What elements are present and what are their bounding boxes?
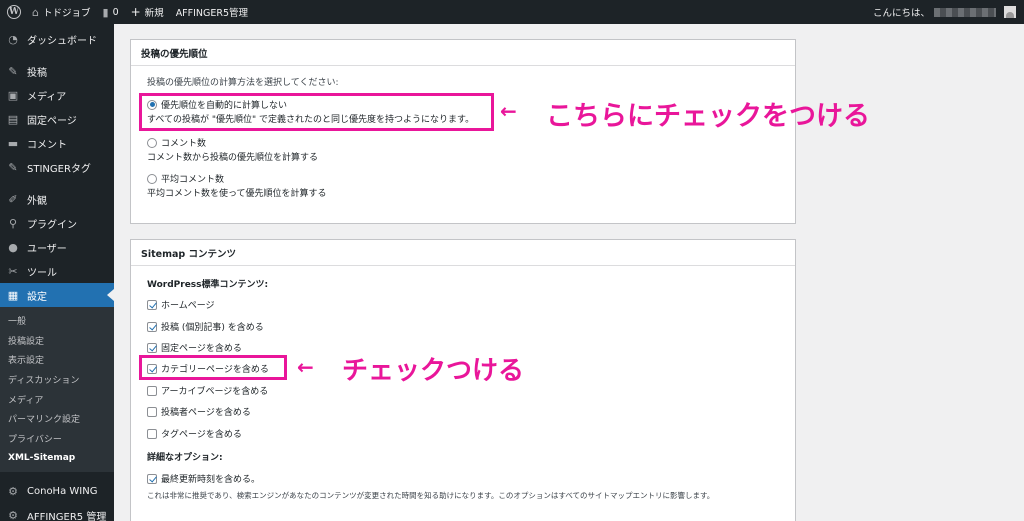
submenu-item-media[interactable]: メディア	[0, 389, 114, 409]
brush-icon: ✐	[8, 192, 18, 206]
comment-bubble-icon: ▮	[102, 5, 109, 19]
check-lastmod[interactable]: 最終更新時刻を含める。	[147, 472, 260, 485]
sidebar-item-plugins[interactable]: ⚲ プラグイン	[0, 211, 114, 235]
submenu-item-discussion[interactable]: ディスカッション	[0, 370, 114, 390]
highlight-box-priority	[139, 93, 494, 131]
wordpress-icon: W	[7, 5, 21, 19]
check-posts[interactable]: 投稿 (個別記事) を含める	[147, 320, 264, 333]
sidebar-item-users[interactable]: ● ユーザー	[0, 235, 114, 259]
checkbox-checked[interactable]	[147, 473, 157, 484]
submenu-item-xml-sitemap[interactable]: XML-Sitemap	[0, 448, 114, 468]
avatar-icon	[1006, 12, 1014, 18]
sidebar-item-stinger-tag[interactable]: ✎ STINGERタグ	[0, 155, 114, 179]
sidebar-item-settings[interactable]: ▦ 設定	[0, 283, 114, 307]
lastmod-note: これは非常に推奨であり、検索エンジンがあなたのコンテンツが変更された時間を知る助…	[147, 491, 715, 500]
gear-icon: ⚙	[8, 485, 18, 499]
home-icon: ⌂	[32, 5, 39, 19]
submenu-item-writing[interactable]: 投稿設定	[0, 331, 114, 351]
wordpress-logo-button[interactable]: W	[2, 0, 26, 24]
gear-icon: ⚙	[8, 509, 18, 521]
sidebar-item-tools[interactable]: ✂ ツール	[0, 259, 114, 283]
standard-content-heading: WordPress標準コンテンツ:	[147, 280, 269, 290]
check-homepage[interactable]: ホームページ	[147, 298, 215, 311]
main-content: 投稿の優先順位 投稿の優先順位の計算方法を選択してください: 優先順位を自動的に…	[114, 24, 1024, 521]
site-name-link[interactable]: ⌂ トドジョブ	[26, 0, 97, 24]
annotation-check-here: こちらにチェックをつける	[546, 101, 870, 132]
sidebar-item-conoha-wing[interactable]: ⚙ ConoHa WING	[0, 480, 114, 504]
sidebar-item-comments[interactable]: ▬ コメント	[0, 131, 114, 155]
arrow-left-icon: ←	[500, 99, 517, 123]
submenu-item-general[interactable]: 一般	[0, 311, 114, 331]
checkbox-unchecked[interactable]	[147, 385, 157, 396]
sidebar-item-pages[interactable]: ▤ 固定ページ	[0, 107, 114, 131]
new-content-link[interactable]: + 新規	[125, 0, 170, 24]
radio-unchecked[interactable]	[147, 137, 157, 148]
check-archives[interactable]: アーカイブページを含める	[147, 384, 268, 397]
affinger-admin-link[interactable]: AFFINGER5管理	[170, 0, 254, 24]
priority-panel-title: 投稿の優先順位	[131, 40, 795, 66]
detail-options-heading: 詳細なオプション:	[147, 453, 223, 463]
priority-option-average-comments[interactable]: 平均コメント数	[147, 172, 224, 185]
sidebar-item-posts[interactable]: ✎ 投稿	[0, 59, 114, 83]
submenu-item-privacy[interactable]: プライバシー	[0, 429, 114, 449]
user-icon: ●	[8, 240, 18, 254]
sitemap-panel-title: Sitemap コンテンツ	[131, 240, 795, 266]
checkbox-unchecked[interactable]	[147, 428, 157, 439]
media-icon: ▣	[7, 88, 19, 102]
plus-icon: +	[130, 5, 141, 19]
sidebar-item-media[interactable]: ▣ メディア	[0, 83, 114, 107]
priority-option-comment-count-desc: コメント数から投稿の優先順位を計算する	[147, 153, 319, 163]
checkbox-unchecked[interactable]	[147, 406, 157, 417]
priority-option-average-comments-desc: 平均コメント数を使って優先順位を計算する	[147, 189, 327, 199]
comment-icon: ▬	[7, 136, 19, 150]
settings-submenu: 一般 投稿設定 表示設定 ディスカッション メディア パーマリンク設定 プライバ…	[0, 307, 114, 472]
sidebar-item-affinger5[interactable]: ⚙ AFFINGER5 管理	[0, 504, 114, 521]
priority-intro: 投稿の優先順位の計算方法を選択してください:	[147, 78, 339, 88]
check-authors[interactable]: 投稿者ページを含める	[147, 405, 251, 418]
comments-link[interactable]: ▮ 0	[97, 0, 125, 24]
sidebar-item-dashboard[interactable]: ◔ ダッシュボード	[0, 27, 114, 51]
check-pages[interactable]: 固定ページを含める	[147, 341, 242, 354]
highlight-box-category	[139, 355, 287, 380]
wrench-icon: ✂	[8, 264, 18, 278]
radio-unchecked[interactable]	[147, 173, 157, 184]
submenu-item-permalinks[interactable]: パーマリンク設定	[0, 409, 114, 429]
settings-icon: ▦	[7, 288, 19, 302]
check-tags[interactable]: タグページを含める	[147, 427, 242, 440]
submenu-item-reading[interactable]: 表示設定	[0, 350, 114, 370]
checkbox-checked[interactable]	[147, 342, 157, 353]
user-avatar[interactable]	[1004, 6, 1016, 18]
plugin-icon: ⚲	[8, 216, 18, 230]
redacted-username	[934, 7, 996, 17]
priority-option-comment-count[interactable]: コメント数	[147, 136, 206, 149]
pin-icon: ✎	[8, 160, 18, 174]
pin-icon: ✎	[8, 64, 18, 78]
checkbox-checked[interactable]	[147, 299, 157, 310]
arrow-left-icon: ←	[297, 355, 314, 379]
annotation-check-it: チェックつける	[342, 356, 525, 386]
admin-bar: W ⌂ トドジョブ ▮ 0 + 新規 AFFINGER5管理 こんにちは、	[0, 0, 1024, 24]
user-account-menu[interactable]: こんにちは、	[867, 0, 996, 24]
sidebar-item-appearance[interactable]: ✐ 外観	[0, 187, 114, 211]
admin-sidebar: ◔ ダッシュボード ✎ 投稿 ▣ メディア ▤ 固定ページ ▬ コメント ✎ STINGER…	[0, 24, 114, 521]
checkbox-checked[interactable]	[147, 321, 157, 332]
dashboard-icon: ◔	[8, 32, 18, 46]
page-icon: ▤	[7, 112, 19, 126]
